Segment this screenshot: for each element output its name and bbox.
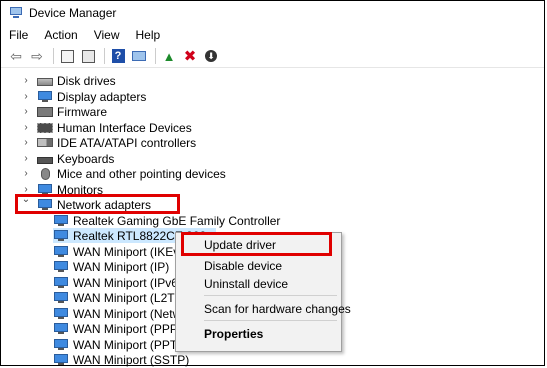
device-label: WAN Miniport (IPv6): [73, 275, 182, 290]
hid-icon: [37, 122, 53, 133]
tree-item-label: Keyboards: [57, 151, 115, 166]
network-adapter-icon: [53, 229, 69, 242]
display-adapter-icon: [37, 90, 53, 103]
show-hidden-icon[interactable]: [79, 47, 97, 65]
network-adapter-icon: [53, 276, 69, 289]
device-label: WAN Miniport (PPTP): [73, 337, 190, 352]
expand-chevron-icon[interactable]: ›: [21, 168, 31, 179]
menu-action[interactable]: Action: [36, 28, 85, 42]
scan-monitor-icon[interactable]: [130, 47, 148, 65]
firmware-icon: [37, 106, 53, 117]
device-manager-icon: [9, 7, 23, 19]
menu-bar: File Action View Help: [1, 25, 544, 45]
update-driver-icon[interactable]: ▲: [160, 47, 178, 65]
tree-item-display-adapters[interactable]: › Display adapters: [1, 89, 301, 104]
device-item[interactable]: Realtek Gaming GbE Family Controller: [53, 213, 280, 228]
menu-view[interactable]: View: [86, 28, 128, 42]
help-glyph: ?: [111, 49, 125, 63]
network-adapter-icon: [53, 260, 69, 273]
back-arrow-icon[interactable]: ⇦: [7, 47, 25, 65]
expand-chevron-icon[interactable]: ›: [21, 75, 31, 86]
tree-item-firmware[interactable]: › Firmware: [1, 104, 301, 119]
device-label: WAN Miniport (IKEv2): [73, 244, 190, 259]
disk-drive-icon: [37, 77, 53, 86]
menu-separator: [204, 320, 337, 321]
device-item[interactable]: WAN Miniport (Networ: [53, 306, 192, 321]
device-item[interactable]: WAN Miniport (IP): [53, 259, 169, 274]
device-item[interactable]: WAN Miniport (SSTP): [53, 352, 189, 367]
toolbar-separator: [104, 48, 105, 64]
keyboard-icon: [37, 156, 53, 164]
tree-item-label: Firmware: [57, 104, 107, 119]
tree-item-label: IDE ATA/ATAPI controllers: [57, 135, 197, 150]
toolbar-separator: [155, 48, 156, 64]
expand-chevron-icon[interactable]: ›: [21, 122, 31, 133]
expand-chevron-icon[interactable]: ›: [21, 91, 31, 102]
mouse-icon: [41, 167, 50, 180]
expand-chevron-icon[interactable]: ›: [21, 137, 31, 148]
menu-item-properties[interactable]: Properties: [204, 327, 263, 341]
menu-item-uninstall-device[interactable]: Uninstall device: [204, 277, 288, 291]
expand-chevron-icon[interactable]: ›: [21, 153, 31, 164]
tree-item-keyboards[interactable]: › Keyboards: [1, 151, 301, 166]
device-label: WAN Miniport (IP): [73, 259, 170, 274]
device-item[interactable]: WAN Miniport (IKEv2): [53, 244, 190, 259]
forward-arrow-icon[interactable]: ⇨: [28, 47, 46, 65]
highlight-network-adapters: [15, 194, 180, 214]
ide-controller-icon: [37, 138, 53, 147]
tree-item-ide-controllers[interactable]: › IDE ATA/ATAPI controllers: [1, 135, 301, 150]
network-adapter-icon: [53, 307, 69, 320]
window-title: Device Manager: [29, 6, 117, 20]
tree-item-human-interface-devices[interactable]: › Human Interface Devices: [1, 120, 301, 135]
tree-item-label: Disk drives: [57, 73, 116, 88]
download-glyph: ⬇: [205, 50, 217, 62]
help-icon[interactable]: ?: [109, 47, 127, 65]
toolbar-separator: [53, 48, 54, 64]
expand-chevron-icon[interactable]: ›: [21, 106, 31, 117]
device-label: Realtek Gaming GbE Family Controller: [73, 213, 281, 228]
uninstall-icon[interactable]: ✖: [181, 47, 199, 65]
network-adapter-icon: [53, 322, 69, 335]
toolbar: ⇦ ⇨ ? ▲ ✖ ⬇: [1, 45, 544, 68]
download-icon[interactable]: ⬇: [202, 47, 220, 65]
title-bar: Device Manager: [1, 1, 544, 25]
menu-separator: [204, 295, 337, 296]
device-label: WAN Miniport (L2TP): [73, 290, 187, 305]
network-adapter-icon: [53, 245, 69, 258]
network-adapter-icon: [53, 338, 69, 351]
tree-item-disk-drives[interactable]: › Disk drives: [1, 73, 301, 88]
tree-item-label: Human Interface Devices: [57, 120, 192, 135]
device-item[interactable]: WAN Miniport (IPv6): [53, 275, 182, 290]
menu-item-scan-hardware[interactable]: Scan for hardware changes: [204, 302, 351, 316]
menu-file[interactable]: File: [1, 28, 36, 42]
menu-item-disable-device[interactable]: Disable device: [204, 259, 282, 273]
device-item[interactable]: WAN Miniport (PPTP): [53, 337, 189, 352]
network-adapter-icon: [53, 214, 69, 227]
tree-item-label: Display adapters: [57, 89, 147, 104]
tree-item-label: Mice and other pointing devices: [57, 166, 226, 181]
properties-icon[interactable]: [58, 47, 76, 65]
network-adapter-icon: [53, 353, 69, 366]
device-label: WAN Miniport (SSTP): [73, 352, 190, 367]
device-item[interactable]: WAN Miniport (L2TP): [53, 290, 187, 305]
network-adapter-icon: [53, 291, 69, 304]
highlight-update-driver: [181, 232, 332, 256]
tree-item-mice[interactable]: › Mice and other pointing devices: [1, 166, 301, 181]
menu-help[interactable]: Help: [128, 28, 169, 42]
